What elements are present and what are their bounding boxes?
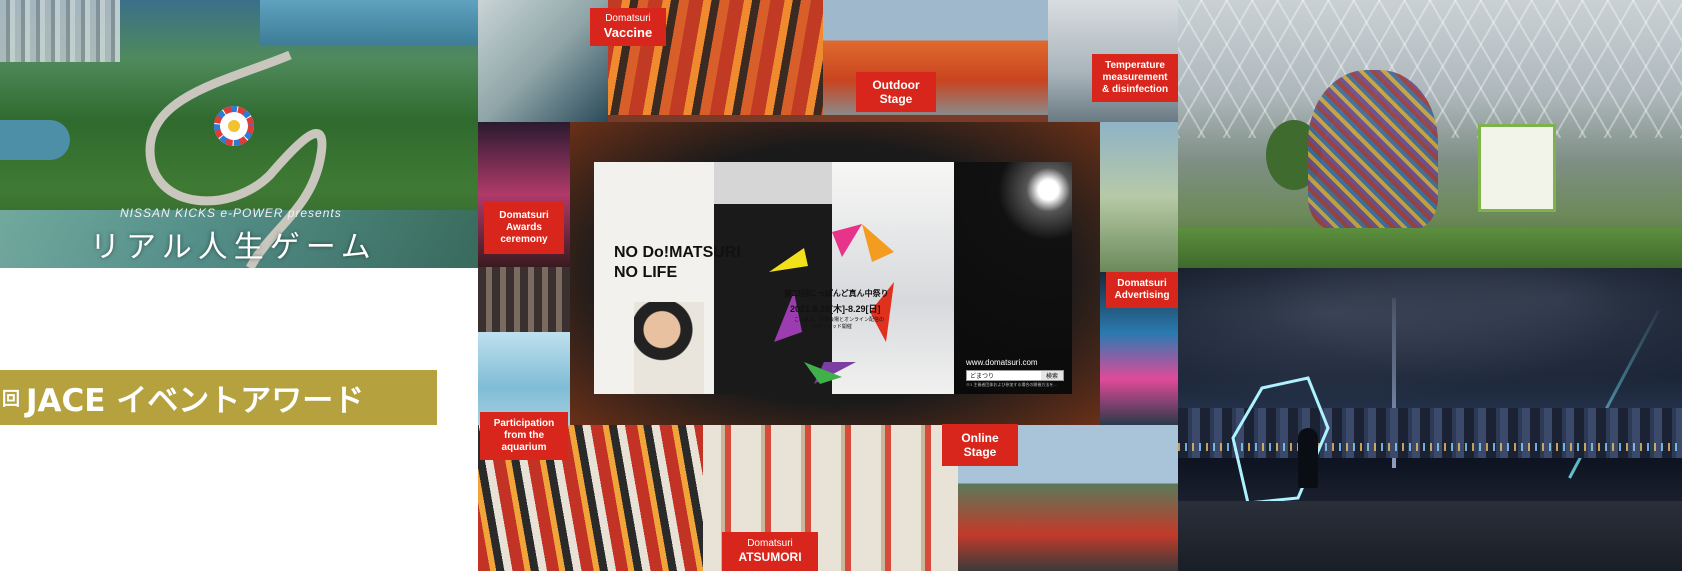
poster-url: www.domatsuri.com	[966, 358, 1038, 367]
crowd-stage-photo	[478, 267, 570, 332]
award-banner: 回 JACE イベントアワード	[0, 370, 437, 425]
sign-board	[1478, 124, 1556, 212]
poster-dates: 2021.8.26[木]-8.29[日]	[790, 304, 881, 314]
sculpture	[1308, 70, 1438, 230]
presenter-text: NISSAN KICKS e-POWER presents	[120, 206, 342, 220]
label-vaccine: Domatsuri Vaccine	[590, 8, 666, 46]
label-advertising: Domatsuri Advertising	[1106, 272, 1178, 308]
collage: NO Do!MATSURI NO LIFE 第23回にっぽんど真ん中祭り 202…	[478, 0, 1178, 571]
green-floor	[1178, 228, 1682, 268]
promenade-floor	[1178, 501, 1682, 571]
game-title: リアル人生ゲーム	[90, 230, 377, 265]
real-life-game-photo: NISSAN KICKS e-POWER presents リアル人生ゲーム	[0, 0, 478, 268]
night-harbor-photo	[1178, 268, 1682, 571]
banners-photo	[1100, 122, 1178, 272]
poster-event-name: 第23回にっぽんど真ん中祭り	[784, 289, 889, 298]
vaccine-photo	[478, 0, 608, 122]
poster-search-box: どまつり 検索	[966, 370, 1064, 381]
award-prefix: 回	[2, 388, 20, 409]
poster-note-2: ハイブリッド開催	[812, 324, 852, 330]
poster-frame: NO Do!MATSURI NO LIFE 第23回にっぽんど真ん中祭り 202…	[570, 122, 1100, 425]
poster-search-button: 検索	[1041, 371, 1063, 380]
poster-slogan-1: NO Do!MATSURI	[614, 244, 741, 261]
poster-slogan-2: NO LIFE	[614, 264, 678, 281]
label-atsumori: Domatsuri ATSUMORI	[722, 532, 818, 571]
label-temperature: Temperature measurement & disinfection	[1092, 54, 1178, 102]
poster-search-term: どまつり	[970, 374, 995, 380]
label-aquarium: Participation from the aquarium	[480, 412, 568, 460]
label-online-stage: Online Stage	[942, 424, 1018, 466]
domatsuri-poster: NO Do!MATSURI NO LIFE 第23回にっぽんど真ん中祭り 202…	[594, 162, 1072, 394]
sculpture-photo	[1178, 0, 1682, 268]
label-awards-ceremony: Domatsuri Awards ceremony	[484, 202, 564, 254]
poster-footnote: ※1 主催者団体および参加する場合の開催方法を...	[966, 382, 1057, 387]
label-outdoor-stage: Outdoor Stage	[856, 72, 936, 112]
award-text: JACE イベントアワード	[26, 383, 365, 419]
poster-note-1: この夏は、外部会場とオンライン配信の	[794, 317, 885, 323]
person-silhouette	[1298, 428, 1318, 488]
